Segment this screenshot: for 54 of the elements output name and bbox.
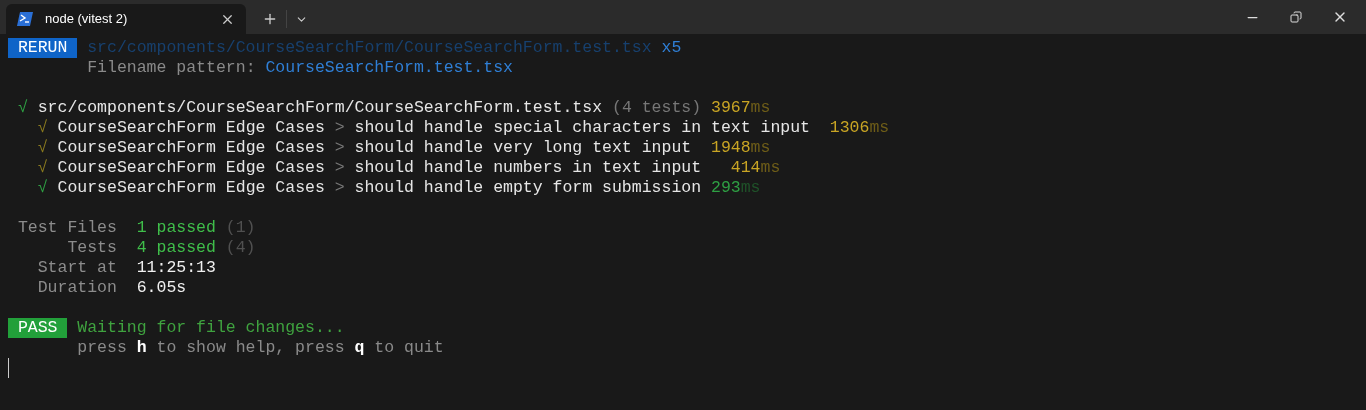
terminal-icon xyxy=(17,12,33,26)
new-tab-icon[interactable] xyxy=(262,11,278,27)
duration-value: 1948 xyxy=(711,138,751,158)
suite-name: CourseSearchForm Edge Cases xyxy=(57,118,325,138)
duration-value: 293 xyxy=(711,178,741,198)
check-mark: √ xyxy=(37,138,48,158)
terminal-tab[interactable]: node (vitest 2) xyxy=(6,4,246,34)
pattern-value: CourseSearchForm.test.tsx xyxy=(265,58,513,78)
separator: > xyxy=(334,158,345,178)
test-count: (4 tests) xyxy=(612,98,702,118)
file-path: src/components/CourseSearchForm/CourseSearchForm.test.tsx xyxy=(37,98,603,118)
summary-label: Start at xyxy=(36,258,117,278)
duration-unit: ms xyxy=(740,178,761,198)
duration-value: 3967 xyxy=(711,98,751,118)
pass-badge: PASS xyxy=(8,318,68,338)
rerun-count: x5 xyxy=(661,38,682,58)
help-text: to show help, press xyxy=(156,338,345,358)
summary-label: Test Files xyxy=(17,218,117,238)
summary-value: 1 passed xyxy=(136,218,216,238)
duration-unit: ms xyxy=(760,158,781,178)
duration-value: 414 xyxy=(729,158,761,178)
key-hint: h xyxy=(136,338,147,358)
suite-name: CourseSearchForm Edge Cases xyxy=(57,138,325,158)
check-mark: √ xyxy=(37,158,48,178)
test-name: should handle numbers in text input xyxy=(354,158,702,178)
duration-value: 1306 xyxy=(829,118,870,138)
test-name: should handle very long text input xyxy=(354,138,692,158)
help-text: press xyxy=(77,338,127,358)
suite-name: CourseSearchForm Edge Cases xyxy=(57,178,325,198)
duration-unit: ms xyxy=(750,98,771,118)
check-mark: √ xyxy=(37,118,48,138)
summary-label: Duration xyxy=(36,278,117,298)
check-mark: √ xyxy=(37,178,48,198)
test-name: should handle special characters in text input xyxy=(354,118,810,138)
test-name: should handle empty form submission xyxy=(354,178,702,198)
rerun-path: src/components/CourseSearchForm/CourseSearchForm.test.tsx xyxy=(87,38,652,58)
summary-value: 4 passed xyxy=(136,238,216,258)
rerun-badge: RERUN xyxy=(8,38,78,58)
status-message: Waiting for file changes... xyxy=(77,318,345,338)
summary-label: Tests xyxy=(66,238,117,258)
help-text: to quit xyxy=(374,338,444,358)
check-mark: √ xyxy=(17,98,28,118)
text-cursor xyxy=(8,358,9,378)
key-hint: q xyxy=(354,338,365,358)
suite-name: CourseSearchForm Edge Cases xyxy=(57,158,325,178)
restore-icon[interactable] xyxy=(1290,11,1302,23)
separator: > xyxy=(334,138,345,158)
summary-value: 6.05s xyxy=(136,278,187,298)
pattern-label: Filename pattern: xyxy=(87,58,256,78)
duration-unit: ms xyxy=(869,118,890,138)
summary-value: 11:25:13 xyxy=(136,258,216,278)
separator: > xyxy=(334,118,345,138)
separator: > xyxy=(334,178,345,198)
duration-unit: ms xyxy=(750,138,771,158)
